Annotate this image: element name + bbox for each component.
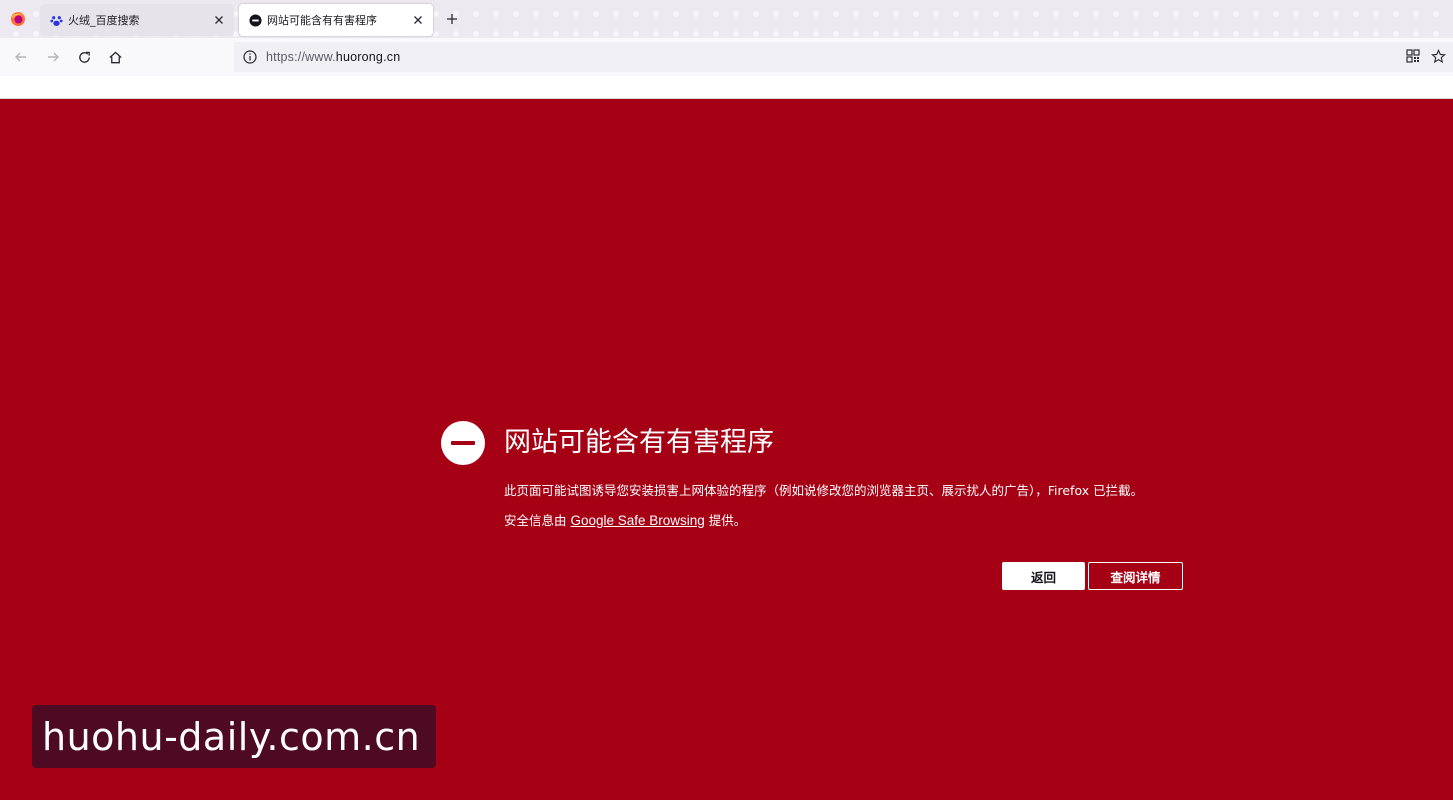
error-title: 网站可能含有有害程序 xyxy=(504,427,774,458)
url-domain: huorong.cn xyxy=(335,50,401,64)
plus-icon xyxy=(447,14,457,24)
blocked-site-icon xyxy=(248,13,262,27)
star-icon xyxy=(1430,48,1446,63)
back-button[interactable] xyxy=(10,46,32,68)
close-tab-icon[interactable] xyxy=(407,9,429,31)
close-tab-icon[interactable] xyxy=(208,9,230,31)
tab-label: 火绒_百度搜索 xyxy=(68,14,140,27)
error-description: 此页面可能试图诱导您安装损害上网体验的程序（例如说修改您的浏览器主页、展示扰人的… xyxy=(504,483,1144,498)
reload-button[interactable] xyxy=(73,46,95,68)
new-tab-button[interactable] xyxy=(442,9,462,29)
watermark: huohu-daily.com.cn xyxy=(32,705,436,768)
watermark-text: huohu-daily.com.cn xyxy=(42,714,421,759)
tab-baidu-search[interactable]: 火绒_百度搜索 xyxy=(40,4,234,36)
toolbar-strip xyxy=(0,76,1453,99)
url-bar[interactable]: https://www.huorong.cn xyxy=(234,42,1453,72)
home-button[interactable] xyxy=(104,46,126,68)
qr-code-icon xyxy=(1406,49,1420,63)
firefox-logo-icon xyxy=(11,12,25,26)
home-icon xyxy=(108,50,122,63)
tab-label: 网站可能含有有害程序 xyxy=(267,14,377,27)
bookmark-star-button[interactable] xyxy=(1428,46,1448,66)
qr-code-button[interactable] xyxy=(1403,46,1423,66)
url-prefix: https://www. xyxy=(266,50,336,64)
attribution-suffix: 提供。 xyxy=(704,513,747,528)
go-back-button[interactable]: 返回 xyxy=(1002,562,1085,590)
google-safe-browsing-link[interactable]: Google Safe Browsing xyxy=(570,513,704,528)
forward-button[interactable] xyxy=(42,46,64,68)
url-text: https://www.huorong.cn xyxy=(266,50,400,64)
arrow-left-icon xyxy=(15,52,26,62)
reload-icon xyxy=(78,51,90,63)
navigation-bar: https://www.huorong.cn xyxy=(0,38,1453,76)
arrow-right-icon xyxy=(48,52,59,62)
blocked-icon xyxy=(441,421,485,465)
attribution-prefix: 安全信息由 xyxy=(504,513,571,528)
see-details-button[interactable]: 查阅详情 xyxy=(1088,562,1183,590)
info-icon[interactable] xyxy=(242,49,258,65)
baidu-paw-icon xyxy=(49,13,63,27)
firefox-view-button[interactable] xyxy=(4,6,32,32)
safe-browsing-attribution: 安全信息由 Google Safe Browsing 提供。 xyxy=(504,510,746,529)
tab-blocked-site[interactable]: 网站可能含有有害程序 xyxy=(239,4,433,36)
tab-strip: 火绒_百度搜索 网站可能含有有害程序 xyxy=(0,0,1453,38)
